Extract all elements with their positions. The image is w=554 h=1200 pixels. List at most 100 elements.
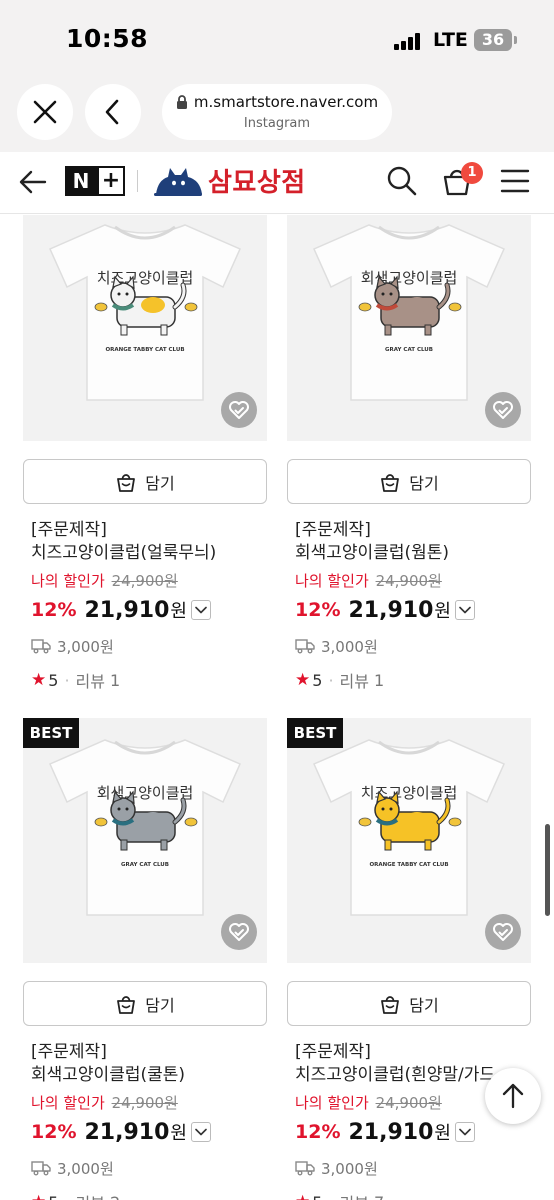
- product-thumbnail[interactable]: 치즈고양이클럽 ORANGE TABBY CAT CLUB: [23, 215, 267, 441]
- url-bar[interactable]: m.smartstore.naver.com Instagram: [162, 84, 392, 140]
- review-row: ★ 5 · 리뷰 2: [31, 1191, 267, 1200]
- product-card[interactable]: 회색고양이클럽 GRAY CAT CLUB BEST 담기 [주문제작] 회색고…: [23, 718, 267, 1200]
- sale-price: 21,910: [84, 597, 170, 623]
- review-label: 리뷰: [75, 672, 105, 691]
- original-price: 24,900원: [375, 1094, 442, 1112]
- wishlist-button[interactable]: [221, 914, 257, 950]
- product-thumbnail[interactable]: 회색고양이클럽 GRAY CAT CLUB: [287, 215, 531, 441]
- product-card[interactable]: 치즈고양이클럽 ORANGE TABBY CAT CLUB BEST 담기 [주…: [287, 718, 531, 1200]
- close-button[interactable]: [17, 84, 73, 140]
- separator-dot: ·: [64, 1193, 69, 1200]
- review-row: ★ 5 · 리뷰 1: [31, 669, 267, 691]
- price-detail-dropdown[interactable]: [454, 1122, 475, 1142]
- scroll-to-top-button[interactable]: [485, 1068, 541, 1124]
- separator-dot: ·: [328, 670, 334, 690]
- wishlist-button[interactable]: [221, 392, 257, 428]
- truck-icon: [295, 1161, 315, 1176]
- tshirt-image: 회색고양이클럽 GRAY CAT CLUB: [49, 739, 241, 916]
- shopping-bag-icon: [117, 473, 136, 492]
- product-name[interactable]: 치즈고양이클럽(얼룩무늬): [31, 541, 267, 565]
- price-detail-dropdown[interactable]: [190, 1122, 211, 1142]
- review-label: 리뷰: [339, 672, 369, 691]
- sale-price: 21,910: [84, 1119, 170, 1145]
- product-thumbnail[interactable]: 회색고양이클럽 GRAY CAT CLUB BEST: [23, 718, 267, 963]
- add-to-cart-button[interactable]: 담기: [287, 981, 531, 1026]
- truck-icon: [295, 639, 315, 654]
- add-to-cart-button[interactable]: 담기: [23, 981, 267, 1026]
- battery-icon: 36: [474, 29, 512, 51]
- scrollbar[interactable]: [545, 824, 550, 916]
- star-icon: ★: [31, 1192, 46, 1200]
- star-icon: ★: [31, 670, 47, 690]
- arrow-up-icon: [502, 1083, 524, 1109]
- search-icon[interactable]: [386, 165, 418, 197]
- shipping-fee: 3,000원: [57, 637, 114, 656]
- wishlist-button[interactable]: [485, 392, 521, 428]
- price-detail-dropdown[interactable]: [190, 600, 211, 620]
- product-thumbnail[interactable]: 치즈고양이클럽 ORANGE TABBY CAT CLUB BEST: [287, 718, 531, 963]
- add-to-cart-label: 담기: [145, 995, 175, 1015]
- shipping-fee: 3,000원: [321, 637, 378, 656]
- shirt-print-subtext: ORANGE TABBY CAT CLUB: [369, 862, 448, 868]
- heart-check-icon: [493, 923, 513, 941]
- original-price: 24,900원: [111, 1094, 178, 1112]
- shopping-bag-icon: [117, 995, 136, 1014]
- signal-icon: [394, 32, 424, 50]
- product-card[interactable]: 치즈고양이클럽 ORANGE TABBY CAT CLUB 담기 [주문제작] …: [23, 215, 267, 709]
- browser-back-button[interactable]: [85, 84, 141, 140]
- shirt-print-text: 치즈고양이클럽: [361, 784, 458, 802]
- add-to-cart-label: 담기: [145, 473, 175, 493]
- shipping-row: 3,000원: [295, 635, 531, 657]
- review-label: 리뷰: [76, 1190, 105, 1200]
- shirt-print-text: 회색고양이클럽: [361, 269, 458, 287]
- tshirt-image: 치즈고양이클럽 ORANGE TABBY CAT CLUB: [49, 224, 241, 401]
- truck-icon: [31, 639, 51, 654]
- price-detail-dropdown[interactable]: [454, 600, 475, 620]
- rating-value: 5: [312, 670, 323, 690]
- lock-icon: [176, 94, 187, 109]
- price-currency: 원: [170, 601, 187, 622]
- price-row: 12% 21,910 원: [31, 595, 267, 625]
- store-logo[interactable]: 삼묘상점: [152, 162, 306, 199]
- heart-check-icon: [229, 401, 249, 419]
- product-info: [주문제작] 치즈고양이클럽(얼룩무늬) 나의 할인가 24,900원 12% …: [31, 519, 267, 691]
- review-label: 리뷰: [340, 1190, 369, 1200]
- review-count: 1: [109, 670, 121, 690]
- heart-check-icon: [493, 401, 513, 419]
- battery-nub: [514, 36, 517, 44]
- url-text: m.smartstore.naver.com: [193, 93, 379, 111]
- discount-rate: 12%: [295, 1121, 341, 1143]
- browser-bar: m.smartstore.naver.com Instagram: [0, 82, 554, 152]
- add-to-cart-button[interactable]: 담기: [287, 459, 531, 504]
- shirt-print-subtext: GRAY CAT CLUB: [385, 347, 433, 353]
- shirt-print-subtext: GRAY CAT CLUB: [121, 862, 169, 868]
- product-info: [주문제작] 회색고양이클럽(쿨톤) 나의 할인가 24,900원 12% 21…: [31, 1041, 267, 1200]
- sale-price: 21,910: [348, 597, 434, 623]
- shopping-bag-icon: [381, 473, 400, 492]
- close-icon: [33, 100, 57, 124]
- heart-check-icon: [229, 923, 249, 941]
- product-info: [주문제작] 회색고양이클럽(웜톤) 나의 할인가 24,900원 12% 21…: [295, 519, 531, 691]
- menu-icon[interactable]: [500, 167, 530, 195]
- price-currency: 원: [434, 601, 451, 622]
- product-name[interactable]: 회색고양이클럽(웜톤): [295, 541, 531, 565]
- tshirt-image: 회색고양이클럽 GRAY CAT CLUB: [313, 224, 505, 401]
- back-arrow-icon[interactable]: [18, 167, 48, 197]
- chevron-down-icon: [195, 1128, 207, 1136]
- naver-plus-badge[interactable]: N +: [65, 166, 125, 196]
- status-time: 10:58: [66, 24, 149, 53]
- product-card[interactable]: 회색고양이클럽 GRAY CAT CLUB 담기 [주문제작] 회색고양이클럽(…: [287, 215, 531, 709]
- chevron-down-icon: [459, 606, 471, 614]
- shipping-row: 3,000원: [31, 1157, 267, 1179]
- add-to-cart-button[interactable]: 담기: [23, 459, 267, 504]
- store-name: 삼묘상점: [208, 168, 306, 198]
- tshirt-image: 치즈고양이클럽 ORANGE TABBY CAT CLUB: [313, 739, 505, 916]
- shopping-bag-icon: [381, 995, 400, 1014]
- wishlist-button[interactable]: [485, 914, 521, 950]
- product-tag: [주문제작]: [31, 520, 107, 540]
- product-name[interactable]: 회색고양이클럽(쿨톤): [31, 1063, 267, 1087]
- star-icon: ★: [295, 1192, 310, 1200]
- discount-row: 나의 할인가 24,900원: [31, 571, 267, 591]
- header-divider: [137, 170, 138, 192]
- discount-row: 나의 할인가 24,900원: [295, 571, 531, 591]
